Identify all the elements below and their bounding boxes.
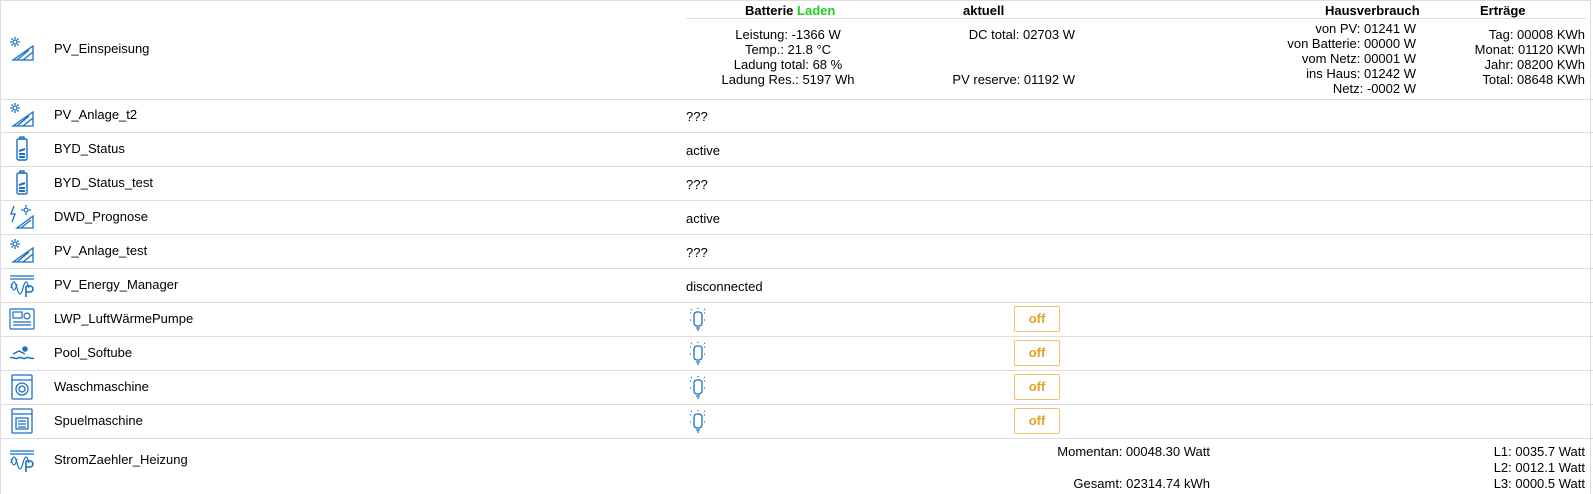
hausverbrauch-header: Hausverbrauch (1325, 3, 1420, 18)
hausverbrauch-ins-haus: ins Haus: 01242 W (1306, 66, 1416, 81)
table-row: PV_Energy_Manager disconnected (0, 269, 1593, 303)
bulb-icon[interactable] (688, 307, 708, 331)
device-name: DWD_Prognose (54, 209, 148, 224)
device-status: ??? (686, 109, 708, 124)
battery-icon (9, 136, 35, 162)
table-row: PV_Anlage_t2 ??? (0, 99, 1593, 133)
ertraege-header: Erträge (1480, 3, 1526, 18)
solar-panel-icon (9, 238, 35, 264)
device-status: disconnected (686, 279, 763, 294)
device-name: Spuelmaschine (54, 413, 143, 428)
header-divider (686, 18, 1586, 19)
battery-icon (9, 170, 35, 196)
heat-pump-icon (9, 306, 35, 332)
device-name: PV_Energy_Manager (54, 277, 179, 292)
hausverbrauch-netz: Netz: -0002 W (1332, 81, 1416, 96)
device-name: PV_Einspeisung (54, 41, 150, 56)
ertrag-jahr: Jahr: 08200 KWh (1484, 57, 1585, 72)
device-name: BYD_Status (54, 141, 125, 156)
batterie-header: Batterie Laden (745, 3, 835, 18)
phase-l1: L1: 0035.7 Watt (1493, 444, 1585, 459)
off-button[interactable]: off (1014, 374, 1060, 400)
table-row: BYD_Status_test ??? (0, 167, 1593, 201)
device-name: Waschmaschine (54, 379, 149, 394)
hausverbrauch-von-pv: von PV: 01241 W (1315, 21, 1416, 36)
table-row: Pool_Softube off (0, 337, 1593, 371)
device-status: ??? (686, 177, 708, 192)
weather-forecast-icon (9, 204, 35, 230)
device-status: active (686, 143, 720, 158)
ertrag-monat: Monat: 01120 KWh (1474, 42, 1585, 57)
off-button[interactable]: off (1014, 306, 1060, 332)
bulb-icon[interactable] (688, 375, 708, 399)
bulb-icon[interactable] (688, 341, 708, 365)
ertrag-total: Total: 08648 KWh (1482, 72, 1585, 87)
table-row: LWP_LuftWärmePumpe off (0, 303, 1593, 337)
energy-meter-icon (9, 447, 35, 473)
table-row: PV_Einspeisung Batterie Laden aktuell Ha… (0, 0, 1593, 100)
device-name: StromZaehler_Heizung (54, 452, 188, 467)
device-status: ??? (686, 245, 708, 260)
device-name: PV_Anlage_test (54, 243, 148, 258)
batterie-leistung: Leistung: -1366 W (735, 27, 841, 42)
dishwasher-icon (9, 408, 35, 434)
batterie-state: Laden (797, 3, 836, 18)
device-name: PV_Anlage_t2 (54, 107, 138, 122)
phase-l3: L3: 0000.5 Watt (1493, 476, 1585, 491)
batterie-label: Batterie (745, 3, 794, 18)
aktuell-header: aktuell (963, 3, 1005, 18)
energy-meter-icon (9, 272, 35, 298)
batterie-temp: Temp.: 21.8 °C (744, 42, 832, 57)
table-row: Spuelmaschine off (0, 405, 1593, 439)
hausverbrauch-vom-netz: vom Netz: 00001 W (1301, 51, 1416, 66)
off-button[interactable]: off (1014, 408, 1060, 434)
device-name: LWP_LuftWärmePumpe (54, 311, 194, 326)
table-row: DWD_Prognose active (0, 201, 1593, 235)
momentan-value: Momentan: 00048.30 Watt (1057, 444, 1210, 459)
device-name: Pool_Softube (54, 345, 133, 360)
ertrag-tag: Tag: 00008 KWh (1488, 27, 1585, 42)
hausverbrauch-von-batterie: von Batterie: 00000 W (1287, 36, 1416, 51)
device-status: active (686, 211, 720, 226)
table-row: StromZaehler_Heizung Momentan: 00048.30 … (0, 439, 1593, 494)
gesamt-value: Gesamt: 02314.74 kWh (1073, 476, 1210, 491)
pool-icon (9, 340, 35, 366)
pv-reserve: PV reserve: 01192 W (952, 72, 1075, 87)
off-button[interactable]: off (1014, 340, 1060, 366)
solar-panel-icon (9, 102, 35, 128)
device-name: BYD_Status_test (54, 175, 153, 190)
washing-machine-icon (9, 374, 35, 400)
bulb-icon[interactable] (688, 409, 708, 433)
table-row: PV_Anlage_test ??? (0, 235, 1593, 269)
solar-panel-icon (9, 36, 35, 62)
dc-total: DC total: 02703 W (968, 27, 1075, 42)
batterie-ladung-total: Ladung total: 68 % (733, 57, 843, 72)
table-row: BYD_Status active (0, 133, 1593, 167)
table-row: Waschmaschine off (0, 371, 1593, 405)
phase-l2: L2: 0012.1 Watt (1493, 460, 1585, 475)
batterie-ladung-res: Ladung Res.: 5197 Wh (721, 72, 855, 87)
